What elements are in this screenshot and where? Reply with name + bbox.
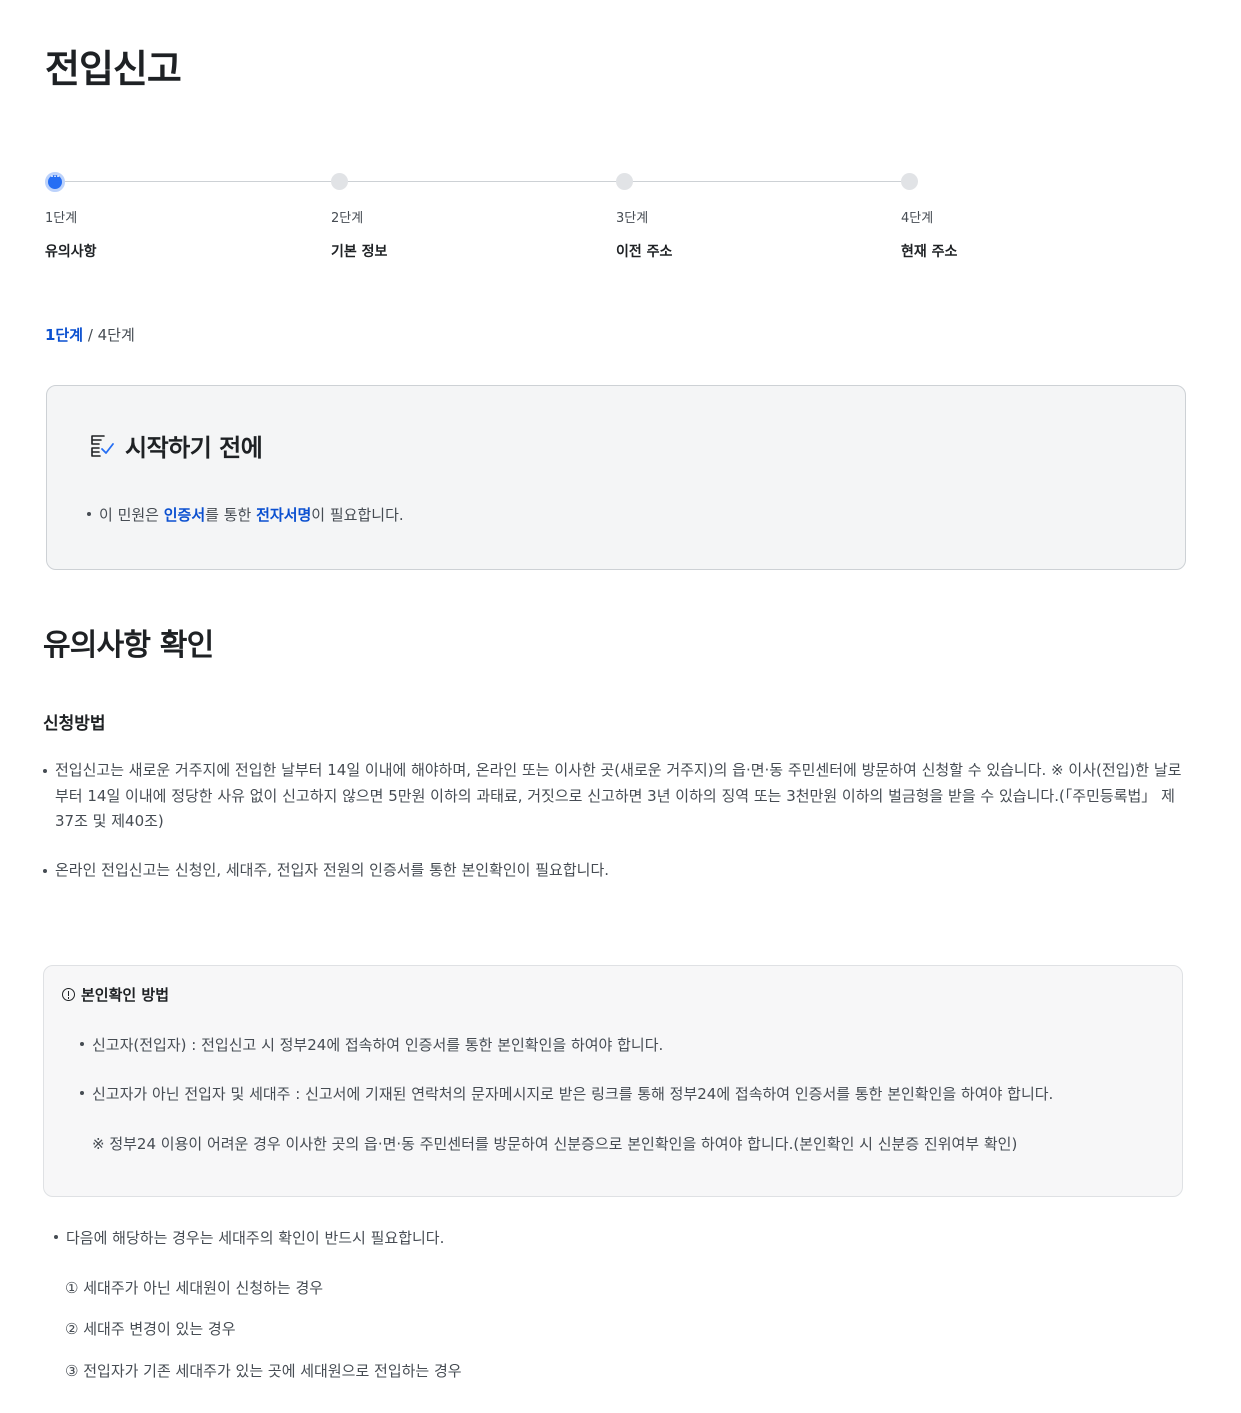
notice-paragraph-1: 전입신고는 새로운 거주지에 전입한 날부터 14일 이내에 해야하며, 온라인… xyxy=(43,758,1183,835)
step-4-number: 4단계 xyxy=(901,211,934,226)
checklist-icon xyxy=(91,434,114,457)
before-start-title: 시작하기 전에 xyxy=(125,434,263,462)
step-progress-text: 1단계 / 4단계 xyxy=(45,324,135,345)
step-1-name: 유의사항 xyxy=(45,244,97,260)
step-2-name: 기본 정보 xyxy=(331,244,388,260)
method-title: 신청방법 xyxy=(43,714,106,734)
before-start-heading: 시작하기 전에 xyxy=(89,428,263,463)
identity-item-2: 신고자가 아닌 전입자 및 세대주 : 신고서에 기재된 연락처의 문자메시지로… xyxy=(80,1083,1053,1104)
step-1-indicator xyxy=(45,172,65,192)
identity-item-1: 신고자(전입자) : 전입신고 시 정부24에 접속하여 인증서를 통한 본인확… xyxy=(80,1034,663,1055)
step-separator: / xyxy=(83,326,98,344)
step-2-indicator xyxy=(331,173,348,190)
step-3-number: 3단계 xyxy=(616,211,649,226)
progress-stepper: 1단계 유의사항 2단계 기본 정보 3단계 이전 주소 4단계 현재 주소 xyxy=(45,172,1195,272)
case-item-2: ② 세대주 변경이 있는 경우 xyxy=(65,1320,236,1338)
step-1-number: 1단계 xyxy=(45,211,78,226)
case-item-1: ① 세대주가 아닌 세대원이 신청하는 경우 xyxy=(65,1279,324,1297)
notice-paragraph-2: 온라인 전입신고는 신청인, 세대주, 전입자 전원의 인증서를 통한 본인확인… xyxy=(43,858,1183,884)
before-start-item: 이 민원은 인증서를 통한 전자서명이 필요합니다. xyxy=(87,504,404,525)
item-text: 를 통한 xyxy=(205,506,257,524)
bullet-dot xyxy=(43,869,47,873)
identity-verification-box: 본인확인 방법 신고자(전입자) : 전입신고 시 정부24에 접속하여 인증서… xyxy=(43,965,1183,1197)
case-item-3: ③ 전입자가 기존 세대주가 있는 곳에 세대원으로 전입하는 경우 xyxy=(65,1362,462,1380)
item-text: 이 필요합니다. xyxy=(311,506,404,524)
identity-heading: 본인확인 방법 xyxy=(62,984,169,1005)
step-3-name: 이전 주소 xyxy=(616,244,673,260)
identity-item-text: 신고자가 아닌 전입자 및 세대주 : 신고서에 기재된 연락처의 문자메시지로… xyxy=(92,1085,1054,1103)
bullet-dot xyxy=(80,1090,84,1095)
bullet-dot xyxy=(80,1041,84,1046)
current-step: 1단계 xyxy=(45,326,84,344)
step-2-number: 2단계 xyxy=(331,211,364,226)
stepper-track xyxy=(57,181,912,182)
identity-title: 본인확인 방법 xyxy=(81,986,170,1004)
cases-lead: 다음에 해당하는 경우는 세대주의 확인이 반드시 필요합니다. xyxy=(54,1227,444,1248)
step-3-indicator xyxy=(616,173,633,190)
notice-paragraph-text: 전입신고는 새로운 거주지에 전입한 날부터 14일 이내에 해야하며, 온라인… xyxy=(55,761,1182,830)
before-start-box: 시작하기 전에 이 민원은 인증서를 통한 전자서명이 필요합니다. xyxy=(46,385,1186,570)
item-text: 이 민원은 xyxy=(99,506,164,524)
cases-lead-text: 다음에 해당하는 경우는 세대주의 확인이 반드시 필요합니다. xyxy=(66,1229,445,1247)
notice-paragraph-text: 온라인 전입신고는 신청인, 세대주, 전입자 전원의 인증서를 통한 본인확인… xyxy=(55,861,610,879)
notice-section-title: 유의사항 확인 xyxy=(43,628,214,663)
info-circle-icon xyxy=(62,988,75,1001)
certificate-highlight: 인증서 xyxy=(163,506,206,524)
bullet-dot xyxy=(54,1234,58,1239)
bullet-dot xyxy=(87,511,91,516)
identity-item-text: 신고자(전입자) : 전입신고 시 정부24에 접속하여 인증서를 통한 본인확… xyxy=(92,1036,664,1054)
step-4-name: 현재 주소 xyxy=(901,244,958,260)
identity-note: ※ 정부24 이용이 어려운 경우 이사한 곳의 읍·면·동 주민센터를 방문하… xyxy=(92,1135,1018,1153)
page-title: 전입신고 xyxy=(45,47,182,91)
total-steps: 4단계 xyxy=(97,326,135,344)
bullet-dot xyxy=(43,769,47,773)
step-4-indicator xyxy=(901,173,918,190)
e-signature-highlight: 전자서명 xyxy=(256,506,312,524)
